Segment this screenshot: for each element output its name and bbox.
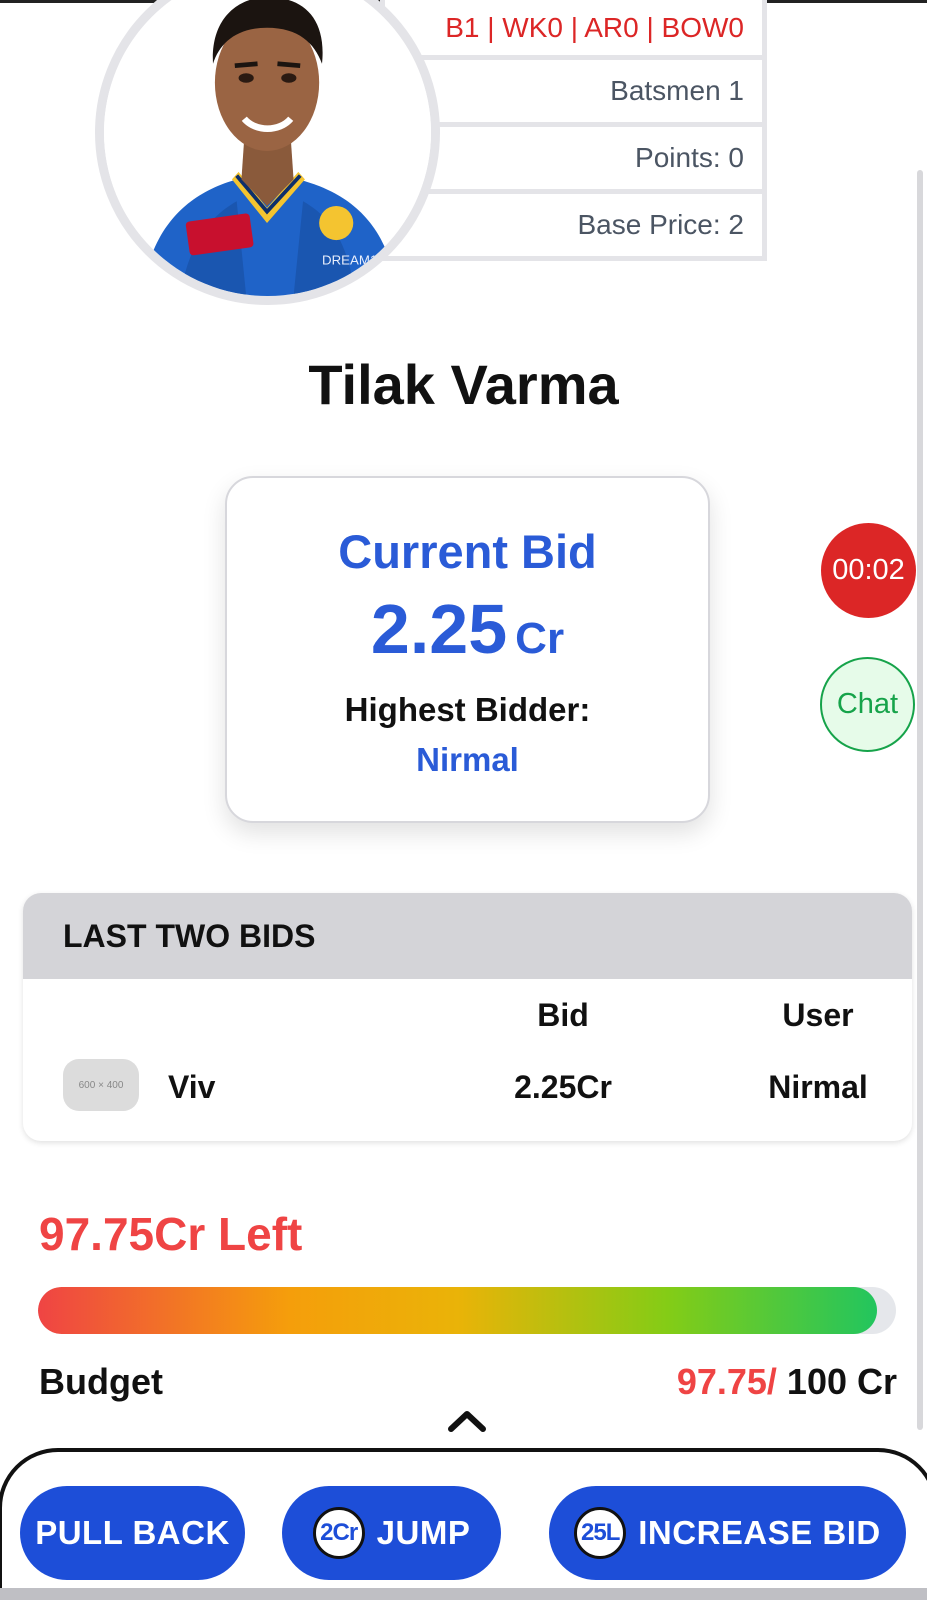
countdown-timer: 00:02 xyxy=(821,523,916,618)
increase-bid-label: INCREASE BID xyxy=(638,1514,881,1551)
column-header-bid: Bid xyxy=(537,997,589,1033)
budget-left-text: 97.75Cr Left xyxy=(39,1208,303,1260)
budget-label: Budget xyxy=(39,1361,163,1402)
player-role-counts: B1 | WK0 | AR0 | BOW0 xyxy=(380,0,767,60)
chat-button[interactable]: Chat xyxy=(820,657,915,752)
home-indicator-strip xyxy=(0,1588,927,1600)
pull-back-label: PULL BACK xyxy=(35,1514,230,1551)
chevron-up-icon[interactable] xyxy=(446,1405,488,1435)
team-name: Viv xyxy=(168,1069,216,1105)
highest-bidder-name: Nirmal xyxy=(416,741,519,778)
budget-progress-bar xyxy=(38,1287,896,1334)
player-name: Tilak Varma xyxy=(308,353,619,416)
jump-button[interactable]: 2Cr JUMP xyxy=(282,1486,501,1580)
current-bid-title: Current Bid xyxy=(338,525,597,578)
jump-amount-chip: 2Cr xyxy=(312,1507,365,1559)
player-photo-illustration: DREAM11 xyxy=(104,0,431,296)
last-bids-card: LAST TWO BIDS Bid User 600 × 400 Viv 2.2… xyxy=(23,893,912,1141)
increase-amount-chip: 25L xyxy=(574,1507,627,1559)
current-bid-unit: Cr xyxy=(515,614,565,663)
row-bid-amount: 2.25Cr xyxy=(514,1069,612,1105)
player-base-price: Base Price: 2 xyxy=(380,194,767,261)
jump-label: JUMP xyxy=(376,1514,471,1551)
row-bid-user: Nirmal xyxy=(768,1069,868,1105)
budget-remaining: 97.75/ xyxy=(676,1361,777,1402)
team-thumbnail: 600 × 400 xyxy=(63,1059,139,1111)
column-header-user: User xyxy=(782,997,854,1033)
increase-bid-button[interactable]: 25L INCREASE BID xyxy=(549,1486,906,1580)
last-bids-columns: Bid User xyxy=(23,979,912,1051)
current-bid-card: Current Bid 2.25 Cr Highest Bidder: Nirma… xyxy=(225,476,710,823)
highest-bidder-label: Highest Bidder: xyxy=(344,691,591,728)
budget-progress-fill xyxy=(38,1287,877,1334)
budget-total: 100 Cr xyxy=(786,1361,897,1402)
current-bid-value: 2.25 xyxy=(370,590,508,668)
last-bids-title: LAST TWO BIDS xyxy=(23,893,912,979)
current-bid-amount: 2.25 Cr xyxy=(227,589,708,669)
budget-value: 97.75/ 100 Cr xyxy=(677,1361,897,1403)
svg-text:DREAM11: DREAM11 xyxy=(322,253,384,268)
pull-back-button[interactable]: PULL BACK xyxy=(20,1486,245,1580)
table-row: 600 × 400 Viv 2.25Cr Nirmal xyxy=(23,1051,912,1141)
